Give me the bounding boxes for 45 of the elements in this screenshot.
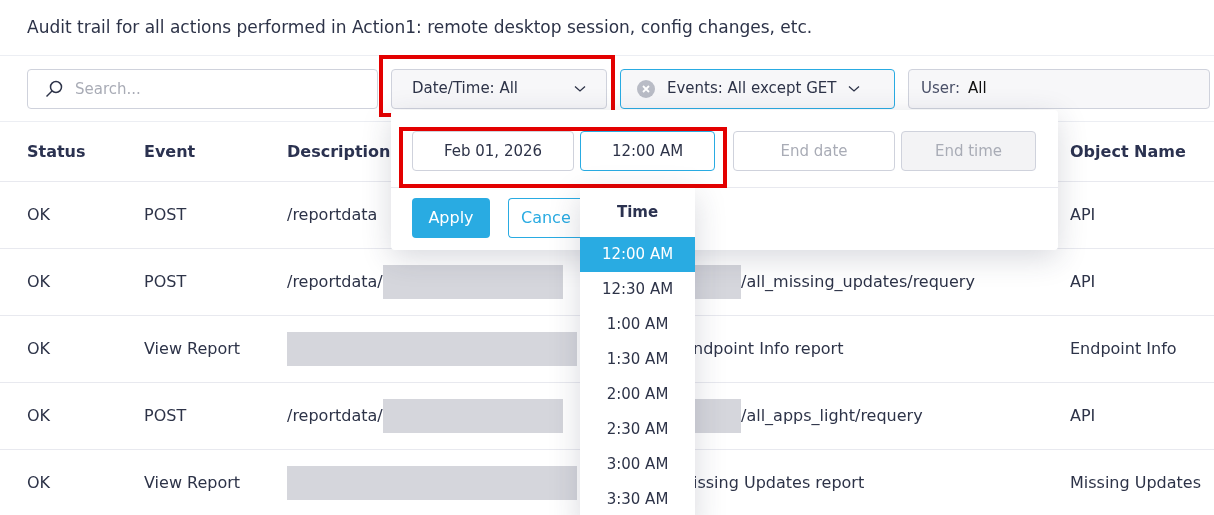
date-time-filter[interactable]: Date/Time: All <box>391 68 607 109</box>
table-cell-text: API <box>1070 405 1097 427</box>
table-cell-text: issing Updates report <box>693 472 865 494</box>
time-field[interactable]: 12:00 AM <box>580 131 715 171</box>
dropdown-header: Time <box>615 202 660 224</box>
column-header[interactable]: Event <box>144 139 287 164</box>
search-field[interactable]: Search... <box>27 68 378 109</box>
table-cell-text: /reportdata <box>287 204 378 226</box>
table-cell-text: /reportdata/ <box>287 405 383 427</box>
table-cell-text: /all_apps_light/requery <box>741 405 923 427</box>
time-option[interactable]: 12:30 AM <box>580 272 695 307</box>
table-cell-text: OK <box>27 472 52 494</box>
time-option[interactable]: 1:30 AM <box>580 342 695 377</box>
search-icon <box>45 79 63 98</box>
table-cell-text: OK <box>27 271 52 293</box>
page-description: Audit trail for all actions performed in Action1: remote desktop session, config changes, etc. <box>27 15 813 39</box>
column-header[interactable]: Status <box>27 139 144 164</box>
chevron-down-icon <box>848 84 861 93</box>
time-option[interactable]: 1:00 AM <box>580 307 695 342</box>
table-cell-text: POST <box>144 405 188 427</box>
table-cell-text: OK <box>27 204 52 226</box>
table-cell-text: OK <box>27 405 52 427</box>
table-cell-text: POST <box>144 271 188 293</box>
table-cell-text: View Report <box>144 472 242 494</box>
time-option[interactable]: 2:30 AM <box>580 412 695 447</box>
date-field[interactable]: End date <box>733 131 895 171</box>
table-cell-text: /reportdata/ <box>287 271 383 293</box>
events-filter[interactable]: Events: All except GET <box>620 68 895 109</box>
time-option[interactable]: 2:00 AM <box>580 377 695 412</box>
table-cell-text: API <box>1070 204 1097 226</box>
time-option[interactable]: 3:00 AM <box>580 447 695 482</box>
date-field[interactable]: Feb 01, 2026 <box>412 131 574 171</box>
column-header[interactable]: Object Name <box>1070 139 1214 164</box>
user-filter[interactable]: User: All <box>908 68 1210 109</box>
time-option[interactable]: 3:30 AM <box>580 482 695 515</box>
chevron-down-icon <box>574 84 586 93</box>
clear-icon[interactable] <box>637 79 655 98</box>
table-cell-text: POST <box>144 204 188 226</box>
table-cell-text: OK <box>27 338 52 360</box>
table-cell-text: Missing Updates <box>1070 472 1203 494</box>
table-cell-text: /all_missing_updates/requery <box>741 271 975 293</box>
table-cell-text: API <box>1070 271 1097 293</box>
table-cell-text: Endpoint Info <box>1070 338 1178 360</box>
table-cell-text: ndpoint Info report <box>693 338 844 360</box>
table-cell-text: View Report <box>144 338 242 360</box>
